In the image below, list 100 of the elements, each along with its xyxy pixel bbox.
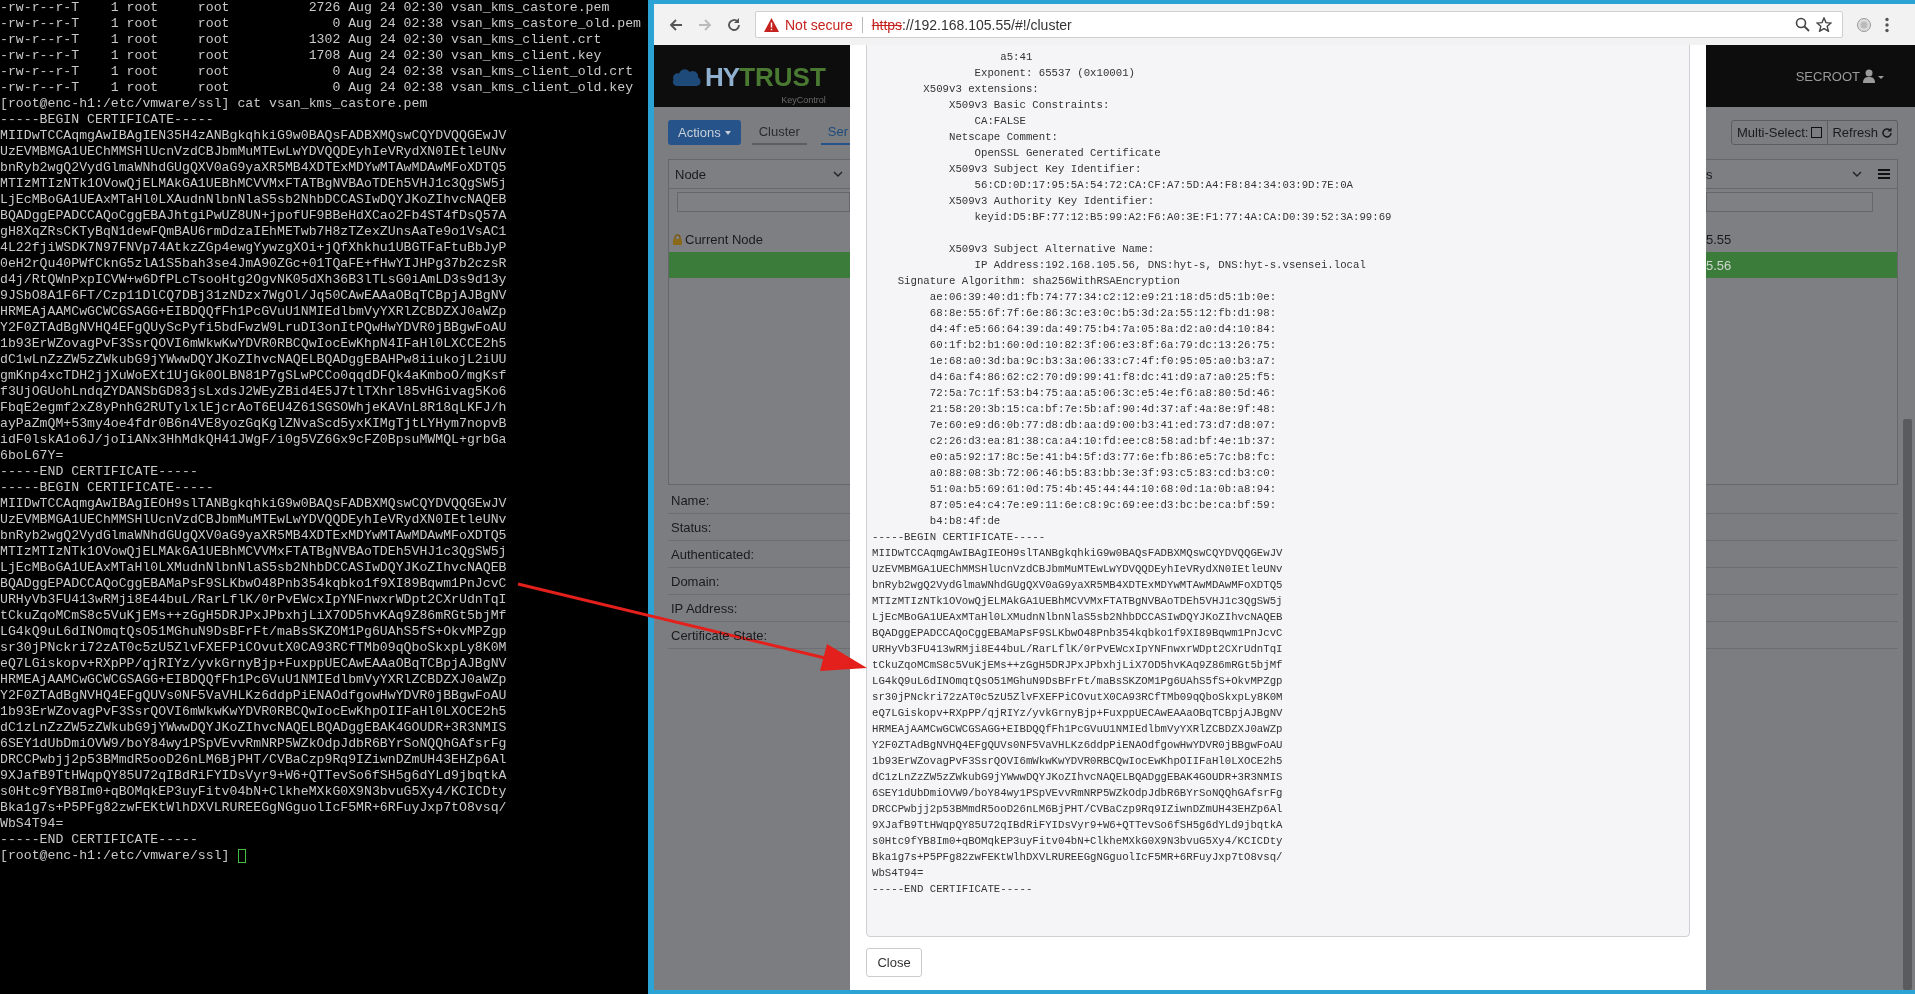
terminal-line: 1b93ErWZovagPvF3SsrQOVI6mWkwKwYDVR0RBCQwIocEwKhpN4IFaHl0LXCCE2h5 bbox=[0, 336, 507, 352]
terminal-line: BQADggEPADCCAQoCggEBAMaPsF9SLKbwO48Pnb354kqbko1f9XI89Bqwm1PnJcvC bbox=[0, 576, 507, 592]
star-icon[interactable] bbox=[1816, 17, 1832, 32]
terminal-line: 0eH2rQu40PWfCknG5zlA1S5bah3se4JmA90ZGc+01TQaFE+fHwYIJHPg37b2czsR bbox=[0, 256, 507, 272]
terminal-line: -----BEGIN CERTIFICATE----- bbox=[0, 480, 214, 496]
terminal-line: URHyVb3FU413wRMji8E44buL/RarLflK/0rPvEWcxIpYNFnwxrWDpt2CXrUdnTqI bbox=[0, 592, 507, 608]
terminal-line: Bka1g7s+P5PFg82zwFEKtWlhDXVLRUREEGgNGguolIcF5MR+6RFuyJxp7tO8vsq/ bbox=[0, 800, 507, 816]
terminal-line: gmKnp4xcTDH2jjXuWoEXt1UjGk0OLBN81P7gSLwPCCo0qqdDFQk4aKmboO/mgKsf bbox=[0, 368, 507, 384]
code-line: Exponent: 65537 (0x10001) bbox=[973, 66, 1135, 81]
terminal-line: WbS4T94= bbox=[0, 816, 64, 832]
url-scheme: https bbox=[871, 16, 903, 33]
code-line: 72:5a:7c:1f:53:b4:75:aa:a5:06:3c:e5:4e:f6:a8:80:5d:46: bbox=[928, 386, 1277, 401]
column-header[interactable]: s bbox=[1706, 166, 1713, 182]
terminal-line: bnRyb2wgQ2VydGlmaWNhdGUgQXV0aG9yaXR5MB4XDTExMDYwMTAwMDAwMFoXDTQ5 bbox=[0, 528, 507, 544]
table-row[interactable]: 5.55 bbox=[1706, 226, 1897, 252]
code-line: X509v3 Authority Key Identifier: bbox=[947, 194, 1155, 209]
code-line: LG4kQ9uL6dINOmqtQsO51MGhuN9DsBFrFt/maBsSKZOM1Pg6UAhS5fS+OkvMPZgp bbox=[872, 674, 1283, 689]
back-icon[interactable] bbox=[668, 16, 684, 33]
terminal-line: 1b93ErWZovagPvF3SsrQOVI6mWkwKwYDVR0RBCQwIocEwKhpOIIFaHl0LXOCE2h5 bbox=[0, 704, 507, 720]
code-line: UzEVMBMGA1UEChMMSHlUcnVzdCBJbmMuMTEwLwYDVQQDEyhIeVRydXN0IEtleUNv bbox=[872, 562, 1283, 577]
terminal-line: -----END CERTIFICATE----- bbox=[0, 464, 198, 480]
terminal-line: FbqE2egmf2xZ8yPnhG2RUTylxlEjcrAoT6EU4Z61SGSOWhjeKAVnL8R18qLKFJ/h bbox=[0, 400, 507, 416]
terminal-line: Y2F0ZTAdBgNVHQ4EFgQUVs0NF5VaVHLKz6ddpPiENAOdfgowHwYDVR0jBBgwFoAU bbox=[0, 688, 507, 704]
code-line: MTIzMTIzNTk1OVowQjELMAkGA1UEBhMCVVMxFTATBgNVBAoTDEh5VHJ1c3QgSW5j bbox=[872, 594, 1283, 609]
terminal-line: ayPaZmQM+53my4oe4fdr0B6n4VE8yozGqKglZNvaScd5yxKIMgTjtLYHym7nopvB bbox=[0, 416, 507, 432]
filter-field[interactable] bbox=[677, 192, 850, 212]
scrollbar[interactable] bbox=[1903, 419, 1912, 990]
terminal-line: MIIDwTCCAqmgAwIBAgIEN35H4zANBgkqhkiG9w0BAQsFADBXMQswCQYDVQQGEwJV bbox=[0, 128, 507, 144]
terminal-line: s0Htc9fYB8Im0+qBOMqkEP3uyFitv04bN+ClkheMXkG0X9N3bvuG5Xy4/KCICDty bbox=[0, 784, 507, 800]
terminal-line: BQADggEPADCCAQoCggEBAJhtgiPwUZ8UN+jpofUF9BBeHdXCao2Fb4ST4fDsQ57A bbox=[0, 208, 507, 224]
table-row[interactable]: 5.56 bbox=[1706, 252, 1897, 278]
terminal-line: [root@enc-h1:/etc/vmware/ssl] cat vsan_kms_castore.pem bbox=[0, 96, 428, 112]
refresh-icon bbox=[1881, 126, 1893, 139]
code-line: 1e:68:a0:3d:ba:9c:b3:3a:06:33:c7:4f:f0:95:05:a0:b3:a7: bbox=[928, 354, 1277, 369]
code-line: 1b93ErWZovagPvF3SsrQOVI6mWkwKwYDVR0RBCQwIocEwKhpOIIFaHl0LXOCE2h5 bbox=[872, 754, 1283, 769]
field-label: Certificate State: bbox=[670, 627, 768, 643]
refresh-button[interactable]: Refresh bbox=[1828, 120, 1898, 145]
url-text: ://192.168.105.55/#!/cluster bbox=[902, 16, 1072, 33]
terminal-line: 9XJafB9TtHWqpQY85U72qIBdRiFYIDsVyr9+W6+QTTevSo6fSH5g6dYLd9jbqtkA bbox=[0, 768, 507, 784]
column-header[interactable]: Node bbox=[675, 166, 707, 182]
table-row[interactable]: Current Node bbox=[669, 226, 850, 252]
zoom-icon[interactable] bbox=[1795, 17, 1810, 32]
reload-icon[interactable] bbox=[726, 16, 742, 33]
menu-icon[interactable] bbox=[1878, 169, 1890, 179]
code-line: 56:CD:0D:17:95:5A:54:72:CA:CF:A7:5D:A4:F8:84:34:03:9D:7E:0A bbox=[973, 178, 1354, 193]
terminal-line: eQ7LGiskopv+RXpPP/qjRIYz/yvkGrnyBjp+FuxppUECAwEAAaOBqTCBpjAJBgNV bbox=[0, 656, 507, 672]
actions-button[interactable]: Actions bbox=[668, 120, 741, 145]
terminal-line: 6boL67Y= bbox=[0, 448, 64, 464]
terminal-line: MTIzMTIzNTk1OVowQjELMAkGA1UEBhMCVVMxFTATBgNVBAoTDEh5VHJ1c3QgSW5j bbox=[0, 176, 507, 192]
code-line: DRCCPwbjj2p53BMmdR5ooD26nLM6BjPHT/CVBaCzp9Rq9IZiwnDZmUH43EHZp6Al bbox=[872, 802, 1283, 817]
terminal-line: sr30jPNckri72zAT0c5zU5ZlvFXEFPiCOvutX0CA93RCfTMb09qQboSkxpLy8K0M bbox=[0, 640, 507, 656]
terminal-line: LjEcMBoGA1UEAxMTaHl0LXMudnNlbnNlaS5sb2NhbDCCASIwDQYJKoZIhvcNAQEB bbox=[0, 560, 507, 576]
checkbox[interactable] bbox=[1811, 127, 1823, 138]
terminal-line: -----BEGIN CERTIFICATE----- bbox=[0, 112, 214, 128]
terminal-line: HRMEAjAAMCwGCWCGSAGG+EIBDQQfFh1PcGVuU1NMIEdlbmVyYXRlZCBDZXJ0aWZp bbox=[0, 672, 507, 688]
address-bar[interactable]: Not secure https://192.168.105.55/#!/cluster bbox=[755, 11, 1843, 38]
field-label: Authenticated: bbox=[670, 546, 755, 562]
chevron-icon[interactable] bbox=[1852, 171, 1862, 177]
code-line: b4:b8:4f:de bbox=[928, 514, 1001, 529]
terminal-line: 4L22fjiWSDK7N97FNVp74AtkzZGp4ewgYywzgXOi+jQfXhkhu1UBGTFaFtuBbJyP bbox=[0, 240, 507, 256]
terminal-line: d4j/RtQWnPxpICVW+w6DfPLcTsooHtg2OgvNK05dXh36B3lTLsG0iAmLD3s9d13y bbox=[0, 272, 507, 288]
code-line: dC1zLnZzZW5zZWkubG9jYWwwDQYJKoZIhvcNAQELBQADggEBAK4GOUDR+3R3NMIS bbox=[872, 770, 1283, 785]
menu-icon[interactable] bbox=[1885, 16, 1889, 33]
code-line: URHyVb3FU413wRMji8E44buL/RarLflK/0rPvEWcxIpYNFnwxrWDpt2CXrUdnTqI bbox=[872, 642, 1283, 657]
table-cell: 5.56 bbox=[1706, 257, 1732, 273]
filter-field[interactable] bbox=[1706, 192, 1873, 212]
code-line: LjEcMBoGA1UEAxMTaHl0LXMudnNlbnNlaS5sb2NhbDCCASIwDQYJKoZIhvcNAQEB bbox=[872, 610, 1283, 625]
user-menu[interactable]: SECROOT bbox=[1795, 68, 1885, 84]
close-button[interactable]: Close bbox=[866, 948, 922, 977]
code-line: Signature Algorithm: sha256WithRSAEncryption bbox=[896, 274, 1180, 289]
code-line: d4:4f:e5:66:64:39:da:49:75:b4:7a:05:8a:d2:a0:d4:10:84: bbox=[928, 322, 1277, 337]
tab[interactable]: Cluster bbox=[751, 120, 807, 145]
terminal-line: -rw-r--r-T 1 root root 0 Aug 24 02:38 vsan_kms_client_old.crt bbox=[0, 64, 634, 80]
multi-select-toggle[interactable]: Multi-Select: bbox=[1730, 120, 1829, 145]
terminal-line: UzEVMBMGA1UEChMMSHlUcnVzdCBJbmMuMTEwLwYDVQQDEyhIeVRydXN0IEtleUNv bbox=[0, 144, 507, 160]
terminal-line: gH8XqZRsCKTyBqN1dewFQmBAU6rmDdzaIEhMETwb7H8zTZexZUnsAaTe9o1VsAC1 bbox=[0, 224, 507, 240]
code-line: MIIDwTCCAqmgAwIBAgIEOH9slTANBgkqhkiG9w0BAQsFADBXMQswCQYDVQQGEwJV bbox=[872, 546, 1283, 561]
code-line: bnRyb2wgQ2VydGlmaWNhdGUgQXV0aG9yaXR5MB4XDTExMDYwMTAwMDAwMFoXDTQ5 bbox=[872, 578, 1283, 593]
multi-select-label: Multi-Select: bbox=[1736, 125, 1809, 140]
code-line: X509v3 Basic Constraints: bbox=[947, 98, 1110, 113]
code-line: ae:06:39:40:d1:fb:74:77:34:c2:12:e9:21:18:d5:d5:1b:0e: bbox=[928, 290, 1277, 305]
terminal-line: -rw-r--r-T 1 root root 1708 Aug 24 02:30 vsan_kms_client.key bbox=[0, 48, 602, 64]
terminal-line: dC1zLnZzZW5zZWkubG9jYWwwDQYJKoZIhvcNAQELBQADggEBAK4GOUDR+3R3NMIS bbox=[0, 720, 507, 736]
code-line: 68:8e:55:6f:7f:6e:86:3c:e3:0c:b5:3d:2a:55:12:fb:d1:98: bbox=[928, 306, 1277, 321]
code-line: eQ7LGiskopv+RXpPP/qjRIYz/yvkGrnyBjp+FuxppUECAwEAAaOBqTCBpjAJBgNV bbox=[872, 706, 1283, 721]
code-line: Bka1g7s+P5PFg82zwFEKtWlhDXVLRUREEGgNGguolIcF5MR+6RFuyJxp7tO8vsq/ bbox=[872, 850, 1283, 865]
terminal-line: f3UjOGUohLndqZYDANSbGD83jsLxdsJ2WEyZBid4E5J7tlTXhrl85vHGivag5Ko6 bbox=[0, 384, 507, 400]
logo-subtitle: KeyControl bbox=[781, 94, 826, 105]
terminal-line: HRMEAjAAMCwGCWCGSAGG+EIBDQQfFh1PcGVuU1NMIEdlbmVyYXRlZCBDZXJ0aWZp bbox=[0, 304, 507, 320]
terminal-line: -----END CERTIFICATE----- bbox=[0, 832, 198, 848]
code-line: HRMEAjAAMCwGCWCGSAGG+EIBDQQfFh1PcGVuU1NMIEdlbmVyYXRlZCBDZXJ0aWZp bbox=[872, 722, 1283, 737]
field-label: Domain: bbox=[670, 573, 720, 589]
extension-icon[interactable] bbox=[1856, 16, 1872, 33]
code-line: 7e:60:e9:d6:0b:77:d8:db:aa:d9:00:b3:41:ed:73:d7:d8:07: bbox=[928, 418, 1277, 433]
chevron-icon[interactable] bbox=[833, 171, 843, 177]
code-line: keyid:D5:BF:77:12:B5:99:A2:F6:A0:3E:F1:77:4A:CA:D0:39:52:3A:99:69 bbox=[973, 210, 1392, 225]
code-line: OpenSSL Generated Certificate bbox=[973, 146, 1161, 161]
terminal-line: MIIDwTCCAqmgAwIBAgIEOH9slTANBgkqhkiG9w0BAQsFADBXMQswCQYDVQQGEwJV bbox=[0, 496, 507, 512]
code-line: 9XJafB9TtHWqpQY85U72qIBdRiFYIDsVyr9+W6+QTTevSo6fSH5g6dYLd9jbqtkA bbox=[872, 818, 1283, 833]
terminal-line: -rw-r--r-T 1 root root 0 Aug 24 02:38 vsan_kms_client_old.key bbox=[0, 80, 634, 96]
